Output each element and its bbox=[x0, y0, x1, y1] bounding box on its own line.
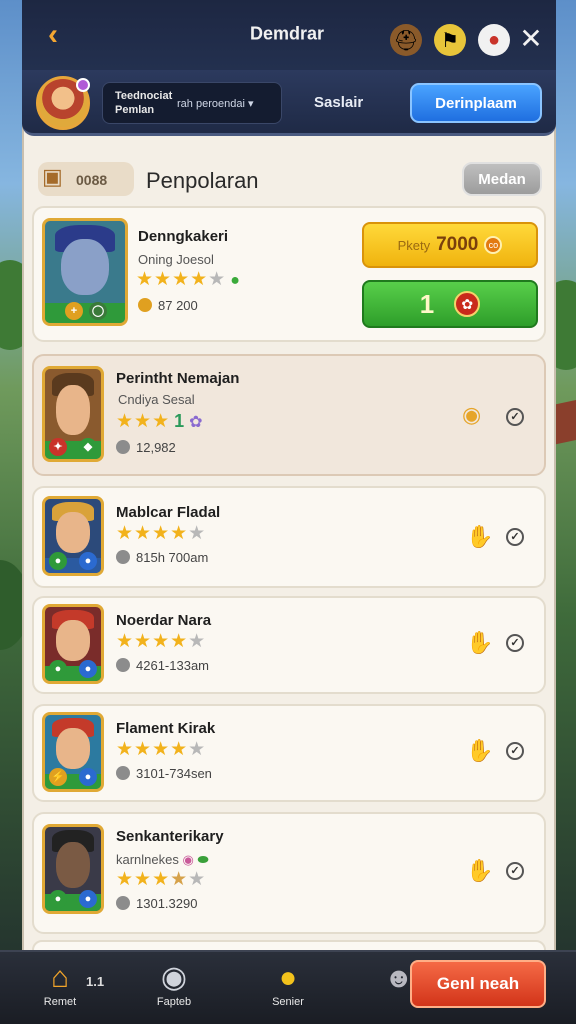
hero-subtitle: karnlnekes ◉ ⬬ bbox=[116, 852, 209, 867]
coin-icon: ● bbox=[278, 961, 298, 994]
hero-portrait: ⚡ ● bbox=[42, 712, 104, 792]
avatar-badge bbox=[76, 78, 90, 92]
hero-stars: ★★★★★ bbox=[116, 631, 207, 652]
player-select-value: rah peroendai ▾ bbox=[177, 98, 254, 110]
hero-portrait: ● ● bbox=[42, 604, 104, 684]
close-icon: ✕ bbox=[519, 23, 543, 54]
hero-stat: 1301.3290 bbox=[116, 896, 197, 911]
helmet-icon[interactable]: ⛑ bbox=[390, 24, 422, 56]
hand-icon[interactable]: ✋ bbox=[466, 524, 493, 550]
bottom-nav: ⌂ Remet 1.1 ◉ Fapteb ● Senier ☻ Genl nea… bbox=[0, 950, 576, 1024]
cta-button[interactable]: Genl neah bbox=[410, 960, 546, 1008]
price-label: Pkety bbox=[397, 237, 431, 253]
hero-portrait: ● ● bbox=[42, 496, 104, 576]
check-icon[interactable]: ✓ bbox=[506, 634, 524, 652]
section-header: ▣ 0088 Penpolaran Medan bbox=[36, 158, 546, 200]
featured-hero-card[interactable]: + ◯ Denngkakeri Oning Joesol ★★★★★ ● 87 2… bbox=[32, 206, 546, 342]
hand-icon[interactable]: ✋ bbox=[466, 858, 493, 884]
hero-stars: ★★★★★ bbox=[116, 739, 207, 760]
hero-name: Flament Kirak bbox=[116, 720, 216, 737]
hero-stars: ★★★★★ bbox=[116, 523, 207, 544]
chest-badge[interactable]: ▣ 0088 bbox=[38, 162, 134, 196]
leaf-icon: ● bbox=[49, 660, 67, 678]
hero-name: Senkanterikary bbox=[116, 828, 224, 845]
gem-icon: ◆ bbox=[79, 438, 97, 456]
hero-stat: 87 200 bbox=[138, 298, 198, 313]
nav-item-team[interactable]: ◉ Fapteb bbox=[134, 960, 214, 1008]
sword-icon: ✦ bbox=[49, 438, 67, 456]
profile-strip: Teednociat Pemlan rah peroendai ▾ Saslai… bbox=[22, 70, 556, 136]
chevron-down-icon: ▾ bbox=[247, 98, 254, 110]
drop-icon: ● bbox=[79, 660, 97, 678]
chest-value: 0088 bbox=[76, 172, 108, 188]
hero-card[interactable]: ● ● Mablcar Fladal ★★★★★ 815h 700am ✋ ✓ bbox=[32, 486, 546, 588]
nav-item-shop[interactable]: ● Senier bbox=[248, 960, 328, 1008]
chevron-left-icon: ‹ bbox=[48, 18, 58, 51]
price-value: 7000 bbox=[436, 234, 479, 255]
hero-stat: 4261-133am bbox=[116, 658, 209, 673]
hero-portrait: + ◯ bbox=[42, 218, 128, 326]
quantity-value: 1 bbox=[419, 288, 435, 319]
hero-subtitle: Cndiya Sesal bbox=[118, 392, 195, 407]
check-icon[interactable]: ✓ bbox=[506, 862, 524, 880]
hero-card[interactable]: ✦ ◆ Perintht Nemajan Cndiya Sesal ★★★ 1 ✿ … bbox=[32, 354, 546, 476]
leaf-icon: ● bbox=[49, 552, 67, 570]
hand-icon[interactable]: ✋ bbox=[466, 738, 493, 764]
section-title: Penpolaran bbox=[146, 168, 259, 193]
leaf-icon: ● bbox=[49, 890, 67, 908]
top-bar: ‹ Demdrar ⛑ ⚑ ● ✕ bbox=[22, 0, 556, 70]
hero-name: Denngkakeri bbox=[138, 228, 229, 245]
check-icon[interactable]: ✓ bbox=[506, 742, 524, 760]
robot-icon: ◉ bbox=[160, 961, 188, 994]
hero-stat: 3101-734sen bbox=[116, 766, 212, 781]
player-name: Teednociat Pemlan bbox=[115, 90, 173, 116]
check-icon[interactable]: ✓ bbox=[506, 408, 524, 426]
hero-subtitle: Oning Joesol bbox=[138, 252, 214, 267]
plus-icon: + bbox=[65, 302, 83, 320]
price-button[interactable]: Pkety 7000 co bbox=[362, 222, 538, 268]
hero-name: Noerdar Nara bbox=[116, 612, 212, 629]
nav-count: 1.1 bbox=[86, 974, 105, 989]
flag-icon[interactable]: ⚑ bbox=[434, 24, 466, 56]
bear-icon[interactable]: ◉ bbox=[462, 402, 481, 428]
section-button[interactable]: Medan bbox=[462, 162, 542, 196]
close-button[interactable]: ✕ bbox=[516, 24, 546, 54]
check-icon[interactable]: ✓ bbox=[506, 528, 524, 546]
seed-icon: ⬬ bbox=[197, 852, 209, 867]
mascot-icon[interactable]: ● bbox=[478, 24, 510, 56]
back-button[interactable]: ‹ bbox=[34, 16, 72, 54]
player-select[interactable]: Teednociat Pemlan rah peroendai ▾ bbox=[102, 82, 282, 124]
page-title: Demdrar bbox=[249, 23, 325, 44]
chest-icon: ▣ bbox=[42, 164, 63, 189]
hero-card[interactable]: ⚡ ● Flament Kirak ★★★★★ 3101-734sen ✋ ✓ bbox=[32, 704, 546, 802]
hero-stars: ★★★★★ bbox=[116, 869, 207, 890]
hero-portrait: ● ● bbox=[42, 824, 104, 914]
quantity-button[interactable]: 1 ✿ bbox=[362, 280, 538, 328]
bolt-icon: ⚡ bbox=[49, 768, 67, 786]
strip-label[interactable]: Saslair bbox=[314, 94, 363, 111]
coin-icon: co bbox=[484, 236, 503, 254]
leaf-icon: ● bbox=[230, 272, 241, 289]
hero-card[interactable]: ● ● Noerdar Nara ★★★★★ 4261-133am ✋ ✓ bbox=[32, 596, 546, 694]
hero-stat: 12,982 bbox=[116, 440, 176, 455]
hand-icon[interactable]: ✋ bbox=[466, 630, 493, 656]
drop-icon: ● bbox=[79, 552, 97, 570]
hero-stars: ★★★★★ ● bbox=[136, 269, 241, 290]
potion-icon: ✿ bbox=[454, 291, 481, 317]
hero-stat: 815h 700am bbox=[116, 550, 208, 565]
hero-name: Perintht Nemajan bbox=[116, 370, 240, 387]
hero-portrait: ✦ ◆ bbox=[42, 366, 104, 462]
drop-icon: ● bbox=[79, 890, 97, 908]
hero-name: Mablcar Fladal bbox=[116, 504, 221, 521]
hero-card[interactable]: ● ● Senkanterikary karnlnekes ◉ ⬬ ★★★★★ … bbox=[32, 812, 546, 934]
hero-stars: ★★★ 1 ✿ bbox=[116, 411, 204, 432]
candy-icon: ◉ bbox=[182, 852, 194, 867]
strip-action-button[interactable]: Derinplaam bbox=[410, 83, 542, 123]
flower-icon: ✿ bbox=[189, 414, 204, 431]
drop-icon: ● bbox=[79, 768, 97, 786]
shield-icon: ◯ bbox=[89, 302, 107, 320]
